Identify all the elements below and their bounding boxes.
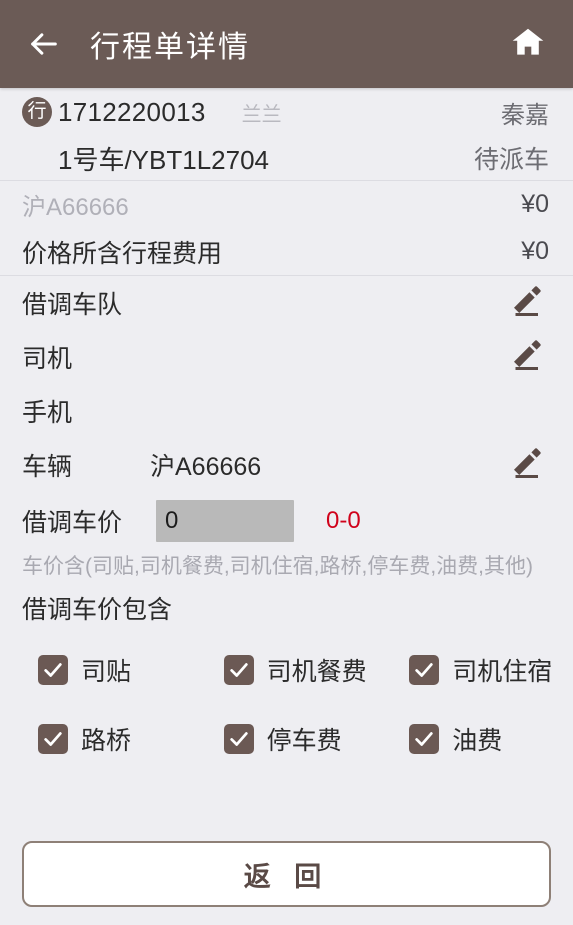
checkbox-item-driver-meal[interactable]: 司机餐费 <box>194 636 380 705</box>
checkbox-icon[interactable] <box>38 655 68 686</box>
checkbox-label: 司机餐费 <box>266 658 367 687</box>
edit-fleet-button[interactable] <box>505 282 547 324</box>
back-button[interactable] <box>22 22 66 66</box>
vehicle-code: 1号车/YBT1L2704 <box>58 144 270 175</box>
price-hint-text: 车价含(司贴,司机餐费,司机住宿,路桥,停车费,油费,其他) <box>22 555 533 578</box>
checkbox-icon[interactable] <box>223 655 254 686</box>
page-title: 行程单详情 <box>90 31 250 64</box>
field-row-phone: 手机 <box>0 384 573 438</box>
price-value-plate: ¥0 <box>521 190 549 218</box>
footer-bar: 返 回 <box>0 833 573 925</box>
checkbox-item-parking[interactable]: 停车费 <box>194 705 380 774</box>
app-header: 行程单详情 <box>0 0 573 88</box>
checkbox-item-sitie[interactable]: 司贴 <box>8 636 194 705</box>
summary-row-vehicle: 1号车/YBT1L2704 待派车 <box>0 136 573 180</box>
price-row-plate: 沪A66666 ¥0 <box>0 181 573 228</box>
checkbox-label: 司贴 <box>81 658 132 687</box>
page-content: 行 1712220013 兰兰 秦嘉 1号车/YBT1L2704 待派车 沪A6… <box>0 88 573 833</box>
operator-name: 兰兰 <box>241 103 282 126</box>
checkbox-icon[interactable] <box>223 724 254 755</box>
checkbox-item-fuel[interactable]: 油费 <box>379 705 565 774</box>
edit-driver-button[interactable] <box>505 336 547 378</box>
arrow-left-icon <box>27 27 61 61</box>
price-label-plate: 沪A66666 <box>22 194 129 221</box>
home-icon <box>510 24 546 65</box>
price-label-trip-fee: 价格所含行程费用 <box>22 239 223 268</box>
customer-name: 秦嘉 <box>501 101 549 129</box>
status-badge: 待派车 <box>473 146 549 174</box>
checkbox-label: 停车费 <box>266 727 342 756</box>
field-value-vehicle: 沪A66666 <box>150 453 262 481</box>
checkbox-icon[interactable] <box>409 724 440 755</box>
field-label-phone: 手机 <box>22 399 73 427</box>
field-label-vehicle: 车辆 <box>22 453 73 481</box>
checkbox-item-driver-lodging[interactable]: 司机住宿 <box>379 636 565 705</box>
transfer-price-range: 0-0 <box>326 507 361 534</box>
checkbox-label: 油费 <box>452 727 503 756</box>
back-action-button[interactable]: 返 回 <box>22 841 551 907</box>
checkbox-icon[interactable] <box>38 724 68 755</box>
summary-row-order: 行 1712220013 兰兰 秦嘉 <box>0 88 573 136</box>
price-value-trip-fee: ¥0 <box>521 237 549 265</box>
order-type-badge: 行 <box>22 97 52 127</box>
checkbox-grid: 司贴 司机餐费 司机住宿 路桥 停车费 油费 <box>0 626 573 774</box>
pencil-icon <box>508 337 544 378</box>
price-section: 沪A66666 ¥0 价格所含行程费用 ¥0 <box>0 181 573 275</box>
transfer-price-input[interactable] <box>156 500 294 542</box>
transfer-price-label: 借调车价 <box>22 509 123 537</box>
home-button[interactable] <box>505 21 551 67</box>
fields-section: 借调车队 司机 手机 车辆 沪A66666 借调车价 0 0-0 车价含(司贴,… <box>0 276 573 774</box>
checkbox-label: 司机住宿 <box>452 658 553 687</box>
price-row-trip-fee: 价格所含行程费用 ¥0 <box>0 228 573 275</box>
pencil-icon <box>508 445 544 486</box>
checkbox-label: 路桥 <box>81 727 132 756</box>
summary-section: 行 1712220013 兰兰 秦嘉 1号车/YBT1L2704 待派车 <box>0 88 573 180</box>
field-label-fleet: 借调车队 <box>22 291 123 319</box>
field-row-vehicle[interactable]: 车辆 沪A66666 <box>0 438 573 492</box>
order-number: 1712220013 <box>58 96 206 127</box>
pencil-icon <box>508 283 544 324</box>
field-row-driver[interactable]: 司机 <box>0 330 573 384</box>
edit-vehicle-button[interactable] <box>505 444 547 486</box>
app-root: 行程单详情 行 1712220013 兰兰 秦嘉 1号车/YBT1L2704 待… <box>0 0 573 925</box>
checkbox-icon[interactable] <box>409 655 440 686</box>
transfer-price-row: 借调车价 0-0 <box>0 492 573 550</box>
checkbox-item-toll[interactable]: 路桥 <box>8 705 194 774</box>
field-label-driver: 司机 <box>22 345 73 373</box>
checkbox-group-title: 借调车价包含 <box>22 595 173 624</box>
field-row-fleet[interactable]: 借调车队 <box>0 276 573 330</box>
